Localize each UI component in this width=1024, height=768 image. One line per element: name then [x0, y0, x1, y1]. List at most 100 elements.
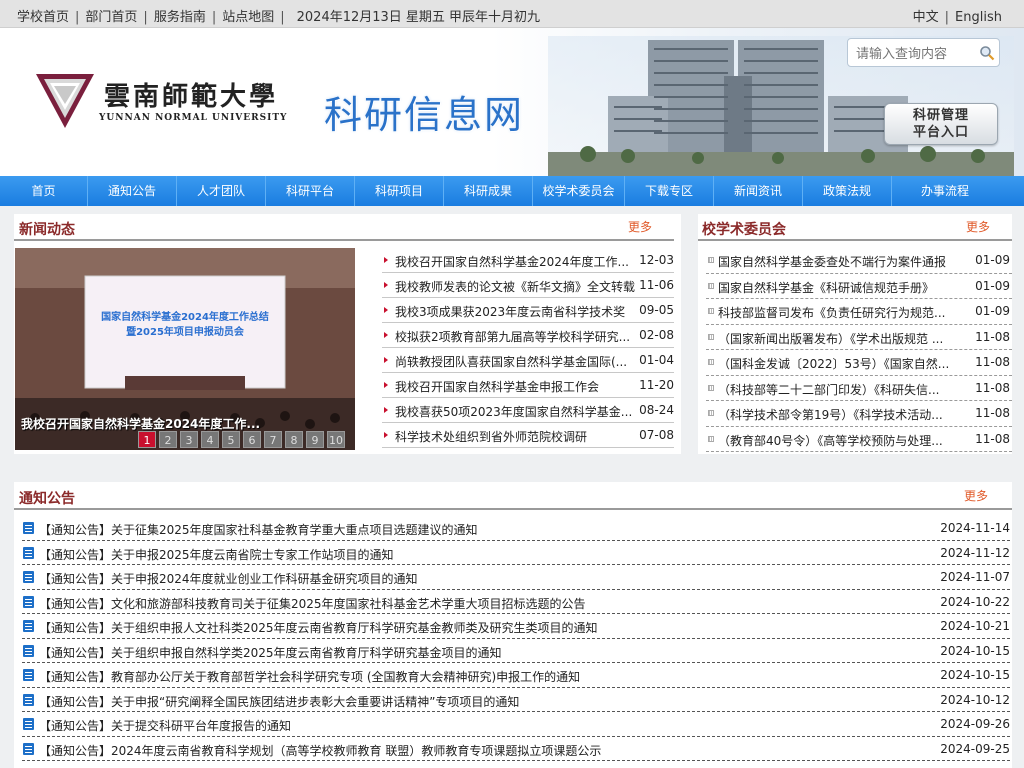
list-item[interactable]: 【通知公告】关于征集2025年度国家社科基金教育学重大重点项目选题建议的通知 20…: [22, 516, 1010, 541]
committee-title[interactable]: 国家自然科学基金《科研诚信规范手册》: [718, 279, 958, 296]
research-platform-entry-button[interactable]: 科研管理 平台入口: [884, 103, 998, 145]
list-item[interactable]: 【通知公告】2024年度云南省教育科学规划（高等学校教师教育 联盟）教师教育专项…: [22, 737, 1010, 761]
list-item[interactable]: 校拟获2项教育部第九届高等学校科学研究... 02-08: [382, 323, 674, 348]
top-bar: 学校首页 | 部门首页 | 服务指南 | 站点地图 | 2024年12月13日 星期五 甲辰年十…: [0, 0, 1024, 28]
notice-title[interactable]: 【通知公告】关于申报2025年度云南省院士专家工作站项目的通知: [39, 546, 394, 563]
notice-title[interactable]: 【通知公告】关于申报“研究阐释全国民族团结进步表彰大会重要讲话精神”专项项目的通…: [39, 693, 519, 710]
news-title[interactable]: 我校喜获50项2023年度国家自然科学基金...: [395, 403, 635, 420]
list-item[interactable]: 【通知公告】关于提交科研平台年度报告的通知 2024-09-26: [22, 712, 1010, 737]
list-item[interactable]: 【通知公告】关于组织申报自然科学类2025年度云南省教育厅科学研究基金项目的通知…: [22, 639, 1010, 663]
arrow-icon: [384, 407, 388, 413]
notice-date: 2024-09-26: [940, 717, 1010, 731]
list-item[interactable]: （科技部等二十二部门印发）《科研失信... 11-08: [706, 376, 1012, 401]
lang-english-link[interactable]: English: [955, 10, 1002, 25]
separator: |: [75, 10, 80, 25]
nav-item-talent[interactable]: 人才团队: [177, 176, 266, 206]
list-item[interactable]: 【通知公告】关于申报2025年度云南省院士专家工作站项目的通知 2024-11-1…: [22, 541, 1010, 565]
committee-more-link[interactable]: 更多: [966, 218, 990, 235]
pager-button-1[interactable]: 1: [138, 431, 156, 448]
notice-title[interactable]: 【通知公告】2024年度云南省教育科学规划（高等学校教师教育 联盟）教师教育专项…: [39, 742, 601, 759]
university-logo-icon[interactable]: [34, 70, 96, 132]
nav-item-achievements[interactable]: 科研成果: [444, 176, 533, 206]
news-title[interactable]: 我校3项成果获2023年度云南省科学技术奖: [395, 303, 635, 320]
list-item[interactable]: 【通知公告】文化和旅游部科技教育司关于征集2025年度国家社科基金艺术学重大项目…: [22, 590, 1010, 614]
committee-title[interactable]: （科学技术部令第19号）《科学技术活动...: [718, 406, 958, 423]
notice-title[interactable]: 【通知公告】关于组织申报自然科学类2025年度云南省教育厅科学研究基金项目的通知: [39, 644, 502, 661]
news-title[interactable]: 科学技术处组织到省外师范院校调研: [395, 428, 635, 445]
list-item[interactable]: （国科金发诚〔2022〕53号）《国家自然... 11-08: [706, 350, 1012, 376]
search-icon[interactable]: [979, 45, 995, 61]
list-item[interactable]: （科学技术部令第19号）《科学技术活动... 11-08: [706, 401, 1012, 427]
nav-item-home[interactable]: 首页: [0, 176, 88, 206]
slide-caption[interactable]: 我校召开国家自然科学基金2024年度工作...: [21, 415, 260, 432]
pager-button-4[interactable]: 4: [201, 431, 219, 448]
pager-button-9[interactable]: 9: [306, 431, 324, 448]
pager-button-10[interactable]: 10: [327, 431, 345, 448]
list-item[interactable]: 我校召开国家自然科学基金2024年度工作... 12-03: [382, 248, 674, 273]
pager-button-6[interactable]: 6: [243, 431, 261, 448]
committee-title[interactable]: （国科金发诚〔2022〕53号）《国家自然...: [718, 355, 958, 372]
nav-item-downloads[interactable]: 下载专区: [625, 176, 714, 206]
news-more-link[interactable]: 更多: [628, 218, 652, 235]
committee-title[interactable]: 国家自然科学基金委查处不端行为案件通报: [718, 253, 958, 270]
pager-button-7[interactable]: 7: [264, 431, 282, 448]
arrow-icon: [384, 282, 388, 288]
committee-title[interactable]: （科技部等二十二部门印发）《科研失信...: [718, 381, 958, 398]
nav-item-projects[interactable]: 科研项目: [355, 176, 444, 206]
lang-chinese-link[interactable]: 中文: [913, 10, 939, 25]
committee-date: 11-08: [975, 355, 1010, 369]
list-item[interactable]: （国家新闻出版署发布）《学术出版规范 ... 11-08: [706, 325, 1012, 350]
link-site-map[interactable]: 站点地图: [222, 10, 274, 25]
bullet-icon: [708, 282, 714, 289]
list-item[interactable]: 【通知公告】教育部办公厅关于教育部哲学社会科学研究专项 (全国教育大会精神研究)…: [22, 663, 1010, 688]
list-item[interactable]: 我校喜获50项2023年度国家自然科学基金... 08-24: [382, 398, 674, 423]
news-title[interactable]: 校拟获2项教育部第九届高等学校科学研究...: [395, 328, 635, 345]
committee-title[interactable]: 科技部监督司发布《负责任研究行为规范...: [718, 304, 958, 321]
search-box: [847, 38, 1000, 67]
nav-item-policies[interactable]: 政策法规: [803, 176, 892, 206]
nav-item-procedures[interactable]: 办事流程: [892, 176, 998, 206]
news-title[interactable]: 我校召开国家自然科学基金申报工作会: [395, 378, 635, 395]
pager-button-2[interactable]: 2: [159, 431, 177, 448]
notices-more-link[interactable]: 更多: [964, 487, 988, 504]
entry-label-line2: 平台入口: [912, 125, 969, 140]
notice-title[interactable]: 【通知公告】教育部办公厅关于教育部哲学社会科学研究专项 (全国教育大会精神研究)…: [39, 668, 580, 685]
news-title[interactable]: 我校召开国家自然科学基金2024年度工作...: [395, 253, 635, 270]
link-school-home[interactable]: 学校首页: [17, 10, 69, 25]
notice-title[interactable]: 【通知公告】关于提交科研平台年度报告的通知: [39, 717, 291, 734]
nav-item-committee[interactable]: 校学术委员会: [533, 176, 625, 206]
pager-button-5[interactable]: 5: [222, 431, 240, 448]
list-item[interactable]: 国家自然科学基金委查处不端行为案件通报 01-09: [706, 248, 1012, 274]
committee-title[interactable]: （国家新闻出版署发布）《学术出版规范 ...: [718, 330, 958, 347]
nav-item-news[interactable]: 新闻资讯: [714, 176, 803, 206]
notice-date: 2024-09-25: [940, 741, 1010, 756]
notice-title[interactable]: 【通知公告】关于组织申报人文社科类2025年度云南省教育厅科学研究基金教师类及研…: [39, 619, 598, 636]
notice-title[interactable]: 【通知公告】关于申报2024年度就业创业工作科研基金研究项目的通知: [39, 570, 418, 587]
list-item[interactable]: 【通知公告】关于申报“研究阐释全国民族团结进步表彰大会重要讲话精神”专项项目的通…: [22, 688, 1010, 712]
list-item[interactable]: 【通知公告】关于申报2024年度就业创业工作科研基金研究项目的通知 2024-11…: [22, 565, 1010, 590]
link-service-guide[interactable]: 服务指南: [154, 10, 206, 25]
news-title[interactable]: 我校教师发表的论文被《新华文摘》全文转载: [395, 278, 635, 295]
link-dept-home[interactable]: 部门首页: [85, 10, 137, 25]
nav-item-platform[interactable]: 科研平台: [266, 176, 355, 206]
list-item[interactable]: 国家自然科学基金《科研诚信规范手册》 01-09: [706, 274, 1012, 299]
pager-button-8[interactable]: 8: [285, 431, 303, 448]
document-icon: [23, 620, 34, 632]
search-input[interactable]: [856, 43, 976, 63]
notice-title[interactable]: 【通知公告】关于征集2025年度国家社科基金教育学重大重点项目选题建议的通知: [39, 521, 478, 538]
list-item[interactable]: 【通知公告】关于组织申报人文社科类2025年度云南省教育厅科学研究基金教师类及研…: [22, 614, 1010, 639]
main-nav: 首页 通知公告 人才团队 科研平台 科研项目 科研成果 校学术委员会 下载专区 …: [0, 176, 1024, 206]
committee-title[interactable]: （教育部40号令）《高等学校预防与处理...: [718, 432, 958, 449]
pager-button-3[interactable]: 3: [180, 431, 198, 448]
list-item[interactable]: （教育部40号令）《高等学校预防与处理... 11-08: [706, 427, 1012, 452]
list-item[interactable]: 科学技术处组织到省外师范院校调研 07-08: [382, 423, 674, 448]
list-item[interactable]: 我校教师发表的论文被《新华文摘》全文转载 11-06: [382, 273, 674, 298]
nav-item-notices[interactable]: 通知公告: [88, 176, 177, 206]
notice-title[interactable]: 【通知公告】文化和旅游部科技教育司关于征集2025年度国家社科基金艺术学重大项目…: [39, 595, 586, 612]
arrow-icon: [384, 307, 388, 313]
list-item[interactable]: 我校召开国家自然科学基金申报工作会 11-20: [382, 373, 674, 398]
list-item[interactable]: 尚轶教授团队喜获国家自然科学基金国际(... 01-04: [382, 348, 674, 373]
list-item[interactable]: 科技部监督司发布《负责任研究行为规范... 01-09: [706, 299, 1012, 325]
news-title[interactable]: 尚轶教授团队喜获国家自然科学基金国际(...: [395, 353, 635, 370]
list-item[interactable]: 我校3项成果获2023年度云南省科学技术奖 09-05: [382, 298, 674, 323]
